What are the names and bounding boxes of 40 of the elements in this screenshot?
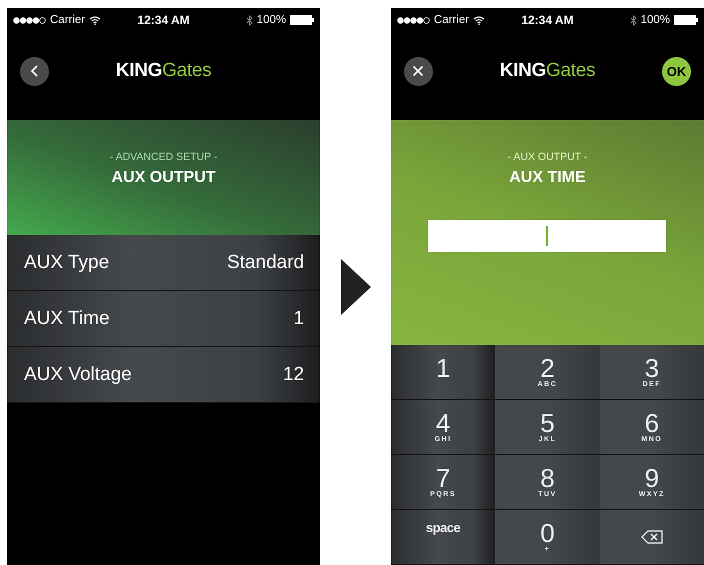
settings-row[interactable]: AUX Time 1 [7, 291, 320, 347]
wifi-icon [473, 16, 486, 24]
carrier-name: Carrier [50, 14, 86, 26]
arrow-icon [340, 258, 370, 314]
battery-percent: 100% [640, 14, 670, 26]
close-button[interactable] [404, 56, 433, 86]
bluetooth-icon [246, 14, 253, 26]
wifi-icon [89, 16, 102, 24]
banner-subtitle: - ADVANCED SETUP - [110, 151, 218, 163]
settings-row[interactable]: AUX Voltage 12 [7, 347, 320, 403]
input-field[interactable] [428, 220, 666, 252]
banner-title: AUX TIME [509, 169, 586, 187]
backspace-icon [640, 530, 663, 544]
back-button[interactable] [20, 56, 49, 86]
setting-label: AUX Voltage [24, 364, 132, 386]
setting-label: AUX Time [24, 308, 110, 330]
bluetooth-icon [630, 14, 637, 26]
setting-label: AUX Type [24, 252, 110, 274]
carrier-name: Carrier [434, 14, 470, 26]
space-key[interactable]: space [390, 510, 496, 565]
digit-key[interactable]: 1 [390, 345, 496, 400]
battery-icon [674, 15, 698, 25]
battery-percent: 100% [256, 14, 286, 26]
signal-icon [396, 16, 430, 24]
setting-value: 12 [282, 364, 304, 386]
status-time: 12:34 AM [521, 13, 574, 27]
delete-key[interactable] [600, 510, 704, 565]
status-time: 12:34 AM [137, 13, 190, 27]
signal-icon [13, 16, 46, 24]
chevron-left-icon [30, 65, 40, 77]
app-logo: KINGGates [116, 60, 212, 82]
settings-row[interactable]: AUX Type Standard [7, 235, 320, 291]
setting-value: Standard [226, 252, 304, 274]
banner-subtitle: - AUX OUTPUT - [508, 151, 588, 163]
app-logo: KINGGates [500, 60, 596, 82]
setting-value: 1 [294, 308, 304, 330]
close-icon [412, 65, 424, 77]
ok-button[interactable]: OK [662, 56, 692, 86]
banner-title: AUX OUTPUT [112, 169, 216, 187]
battery-icon [290, 15, 314, 25]
